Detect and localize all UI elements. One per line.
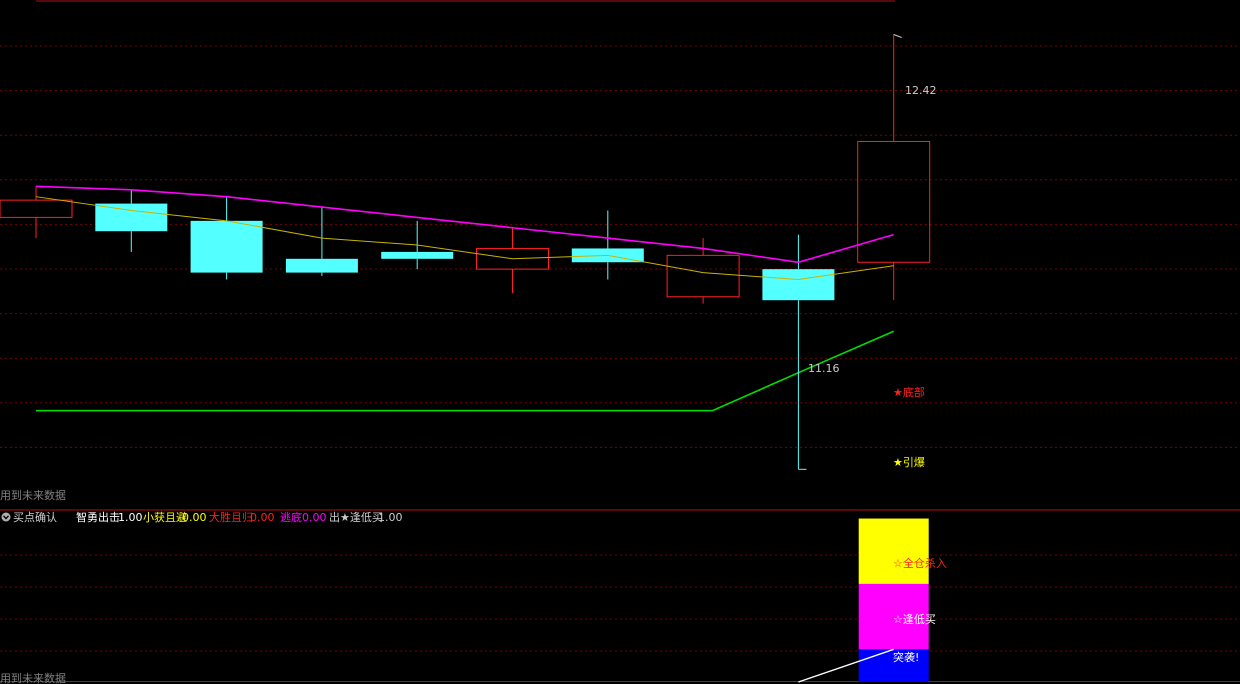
chevron-down-icon[interactable] [1,512,11,522]
candle-body [381,251,454,259]
stock-chart-window: 用到未来数据 12.42 11.16 ★底部 ★引爆 买点确认 智勇出击 1.0… [0,0,1240,684]
candle [571,210,644,280]
sub-future-data-label: 用到未来数据 [0,671,66,684]
bar-label-full-position: ☆全仓杀入 [893,556,947,570]
sub-panel-header: 买点确认 智勇出击 1.00 小获且避 0.00 大胜且归 0.00 逃底 0.… [1,510,403,524]
indicator-taodi-value: 0.00 [302,511,327,524]
bar-label-raid: 突袭! [893,650,919,664]
high-marker [893,34,902,38]
candle-body [190,220,263,273]
candle [857,34,931,301]
candle [0,186,73,239]
indicator-taodi-name: 逃底 [280,510,302,524]
signal-line [36,330,895,412]
candle [285,207,358,277]
indicator-xiaohuo-value: 0.00 [182,511,207,524]
sub-panel-title[interactable]: 买点确认 [13,511,57,524]
candle-body [285,258,358,273]
main-price-panel[interactable] [0,34,931,470]
indicator-fengdi-value: 1.00 [378,511,403,524]
indicator-dasheng-name: 大胜且归 [209,510,253,524]
indicator-dasheng-value: 0.00 [250,511,275,524]
signal-detonate-label: ★引爆 [893,455,925,469]
grid-lines [0,0,1240,682]
candle [476,227,549,294]
candle-body [857,140,931,263]
main-future-data-label: 用到未来数据 [0,488,66,502]
low-price-label: 11.16 [808,362,840,375]
candle-body [95,203,168,232]
indicator-fengdi-name: 出★逢低买 [329,510,383,524]
candle [190,196,263,280]
candle [95,189,168,252]
chart-canvas[interactable]: 用到未来数据 12.42 11.16 ★底部 ★引爆 买点确认 智勇出击 1.0… [0,0,1240,684]
candle-body [666,254,740,298]
candle-body [762,269,835,301]
candle-body [0,199,73,218]
bar-label-buy-dip: ☆逢低买 [893,613,936,626]
candle [762,234,835,332]
stacked-bar-segment [858,518,929,584]
high-price-label: 12.42 [905,84,937,97]
indicator-xiaohuo-name: 小获且避 [143,510,187,524]
indicator-zhiyong-name: 智勇出击 [76,510,120,524]
signal-bottom-label: ★底部 [893,385,925,399]
indicator-zhiyong-value: 1.00 [118,511,143,524]
